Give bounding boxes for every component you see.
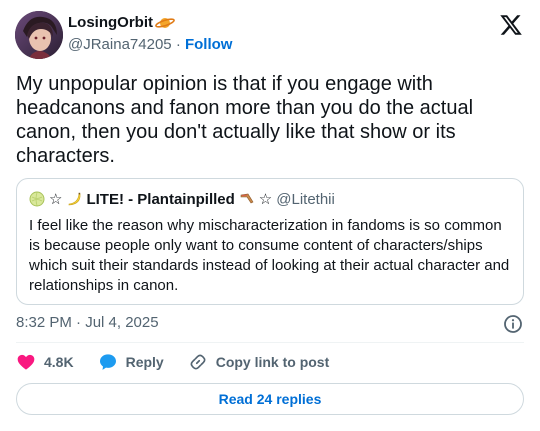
quote-text: I feel like the reason why mischaracteri…	[29, 217, 510, 294]
star-icon: ☆	[49, 191, 63, 208]
like-button[interactable]: 4.8K	[16, 352, 74, 372]
quote-author-name[interactable]: LITE! - Plantainpilled	[86, 191, 234, 208]
author-handle[interactable]: @JRaina74205	[68, 36, 172, 53]
reply-label: Reply	[125, 354, 164, 370]
quote-header: ☆ LITE! - Plantainpilled ☆ @Litethii	[29, 190, 511, 208]
info-icon[interactable]	[503, 314, 523, 334]
action-bar: 4.8K Reply Copy link to post	[16, 352, 329, 372]
quote-author-handle[interactable]: @Litethii	[276, 191, 335, 208]
handle-separator: ·	[175, 36, 185, 53]
tweet-text: My unpopular opinion is that if you enga…	[16, 73, 474, 167]
star-icon: ☆	[258, 191, 273, 208]
quoted-tweet[interactable]: ☆ LITE! - Plantainpilled ☆ @Litethii I f…	[16, 178, 524, 305]
boomerang-icon	[239, 191, 255, 207]
banana-icon	[66, 191, 82, 207]
avatar[interactable]	[15, 11, 63, 59]
reply-button[interactable]: Reply	[98, 352, 164, 372]
follow-button[interactable]: Follow	[185, 36, 233, 53]
reply-bubble-icon	[99, 354, 116, 370]
ringed-planet-icon	[155, 16, 175, 30]
avatar-image	[15, 11, 63, 59]
tweet-embed-card: LosingOrbit @JRaina74205 · Follow My unp…	[0, 0, 540, 431]
divider	[16, 342, 524, 343]
read-replies-button[interactable]: Read 24 replies	[16, 383, 524, 415]
author-display-name[interactable]: LosingOrbit	[68, 14, 153, 31]
melon-icon	[29, 191, 45, 207]
x-logo-icon[interactable]	[499, 13, 523, 37]
tweet-timestamp[interactable]: 8:32 PM · Jul 4, 2025	[16, 314, 159, 331]
author-handle-row: @JRaina74205 · Follow	[68, 36, 232, 53]
copy-link-label: Copy link to post	[215, 354, 330, 370]
link-icon	[190, 354, 206, 370]
author-name-row[interactable]: LosingOrbit	[68, 14, 175, 31]
copy-link-button[interactable]: Copy link to post	[188, 352, 330, 372]
like-count: 4.8K	[44, 354, 74, 370]
heart-icon	[17, 354, 35, 370]
